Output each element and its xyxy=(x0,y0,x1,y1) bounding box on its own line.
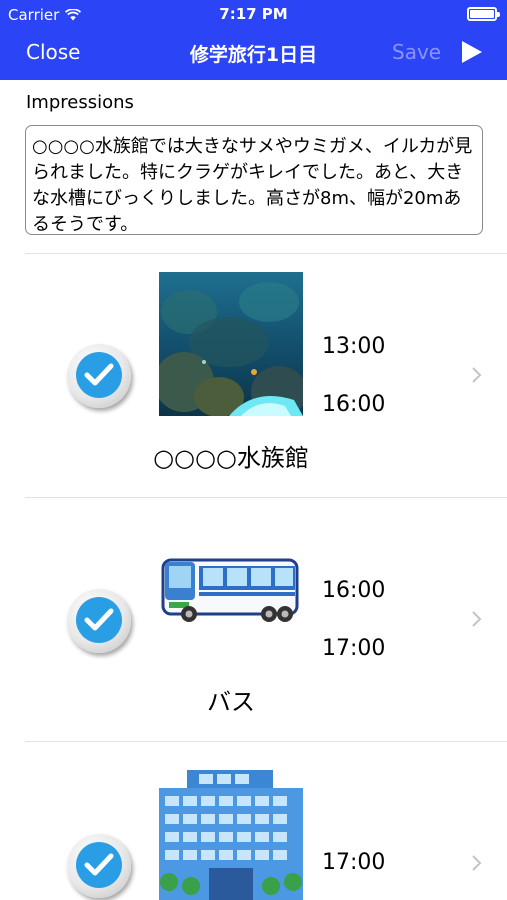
bus-illustration xyxy=(161,558,299,622)
play-icon[interactable] xyxy=(460,40,484,64)
place-name: バス xyxy=(207,688,255,716)
checkmark-icon xyxy=(84,853,114,876)
chevron-right-icon xyxy=(472,855,482,871)
checkmark-button[interactable] xyxy=(67,834,131,898)
checkmark-button[interactable] xyxy=(67,589,131,653)
status-time: 7:17 PM xyxy=(219,5,288,23)
start-time: 13:00 xyxy=(322,334,386,359)
checkmark-icon xyxy=(84,608,114,631)
place-name: ○○○○水族館 xyxy=(153,444,309,472)
checkmark-button[interactable] xyxy=(67,344,131,408)
building-illustration xyxy=(159,770,303,900)
save-button[interactable]: Save xyxy=(392,40,441,64)
start-time: 16:00 xyxy=(322,578,386,603)
start-time: 17:00 xyxy=(322,850,386,875)
battery-icon xyxy=(467,7,500,21)
chevron-right-icon xyxy=(472,367,482,383)
end-time: 16:00 xyxy=(322,392,386,417)
chevron-right-icon xyxy=(472,611,482,627)
impressions-label: Impressions xyxy=(26,92,134,113)
navigation-bar: Carrier 7:17 PM Close 修学旅行1日目 Save xyxy=(0,0,507,80)
aquarium-photo xyxy=(159,272,303,416)
checkmark-icon xyxy=(84,363,114,386)
impressions-text-field[interactable]: ○○○○水族館では大きなサメやウミガメ、イルカが見られました。特にクラゲがキレイ… xyxy=(25,125,483,235)
end-time: 17:00 xyxy=(322,636,386,661)
status-bar: Carrier 7:17 PM xyxy=(0,0,507,28)
itinerary-row-bus[interactable]: 16:00 17:00 バス xyxy=(0,498,507,741)
itinerary-row-aquarium[interactable]: 13:00 16:00 ○○○○水族館 xyxy=(0,254,507,497)
itinerary-row-building[interactable]: 17:00 xyxy=(0,742,507,900)
